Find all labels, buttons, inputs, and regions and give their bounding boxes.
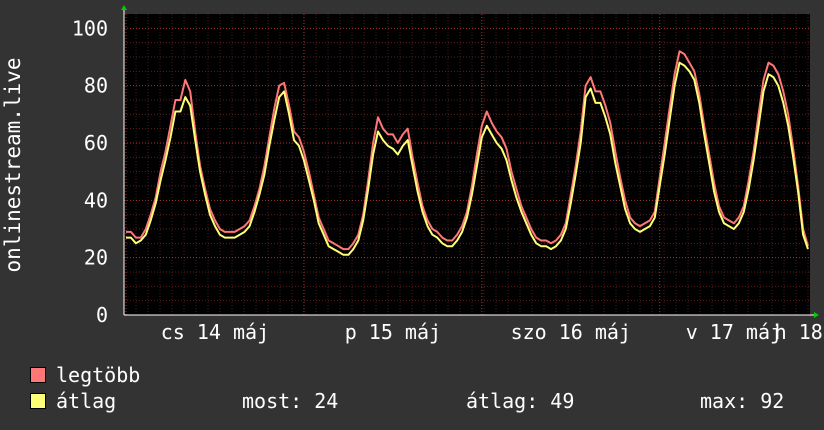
x-tick-label: p 15 máj: [345, 320, 441, 344]
plot-area: [124, 14, 810, 315]
x-axis-ticks: cs 14 máj p 15 máj szo 16 máj v 17 májh 18 …: [161, 320, 824, 344]
legend-item-avg: átlag: [30, 389, 116, 413]
stat-max: max: 92: [700, 389, 785, 413]
x-tick-label: h 18 máj: [775, 320, 824, 344]
y-tick-label: 0: [96, 303, 108, 327]
y-axis-ticks: 0 20 40 60 80 100: [72, 16, 108, 327]
stat-current: most: 24: [242, 389, 339, 413]
legend-label-avg: átlag: [56, 389, 117, 413]
x-tick-label: cs 14 máj: [161, 320, 269, 344]
legend-label-max: legtöbb: [56, 363, 141, 387]
y-tick-label: 80: [84, 74, 108, 98]
legend-swatch-max: [30, 367, 46, 383]
x-axis-arrow: [814, 312, 819, 318]
y-tick-label: 40: [84, 188, 108, 212]
y-tick-label: 20: [84, 246, 108, 270]
x-tick-label: v 17 máj: [686, 320, 782, 344]
y-axis-label: onlinestream.live: [1, 58, 25, 273]
y-axis-arrow: [121, 5, 127, 10]
legend-item-max: legtöbb: [30, 363, 140, 387]
stat-average: átlag: 49: [466, 389, 575, 413]
legend-swatch-avg: [30, 393, 46, 409]
x-tick-label: szo 16 máj: [511, 320, 631, 344]
y-tick-label: 60: [84, 131, 108, 155]
chart-canvas: 0 20 40 60 80 100 cs 14 máj p 15 máj szo 16 máj…: [1, 5, 824, 344]
y-tick-label: 100: [72, 16, 108, 40]
